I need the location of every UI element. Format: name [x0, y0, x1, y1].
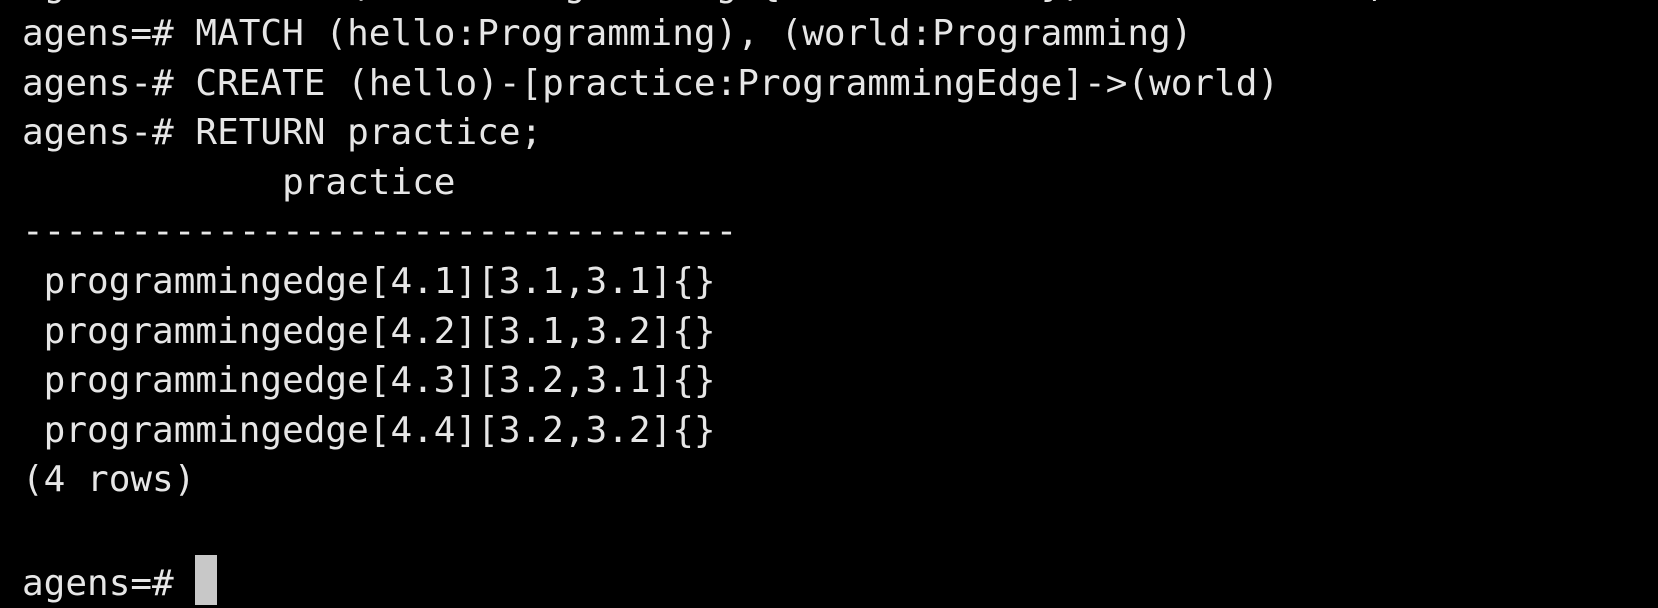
result-row: programmingedge[4.2][3.1,3.2]{} [22, 310, 716, 352]
result-separator: --------------------------------- [22, 211, 738, 253]
result-column-header: practice [22, 161, 456, 203]
terminal-line-create: agens-# CREATE (hello)-[practice:Program… [22, 62, 1280, 104]
terminal-window[interactable]: agens=# CREATE (world:Programming {name:… [0, 0, 1658, 608]
text-cursor [195, 554, 218, 605]
row-count: (4 rows) [22, 459, 196, 501]
terminal-line-match: agens=# MATCH (hello:Programming), (worl… [22, 13, 1193, 54]
terminal-prompt: agens=# [22, 562, 196, 604]
result-row: programmingedge[4.3][3.2,3.1]{} [22, 360, 716, 402]
result-row: programmingedge[4.4][3.2,3.2]{} [22, 409, 716, 451]
terminal-output: agens=# MATCH (hello:Programming), (worl… [22, 9, 1280, 605]
result-row: programmingedge[4.1][3.1,3.1]{} [22, 260, 716, 302]
terminal-prompt-line[interactable]: agens=# [22, 554, 1279, 605]
terminal-line-return: agens-# RETURN practice; [22, 112, 543, 154]
